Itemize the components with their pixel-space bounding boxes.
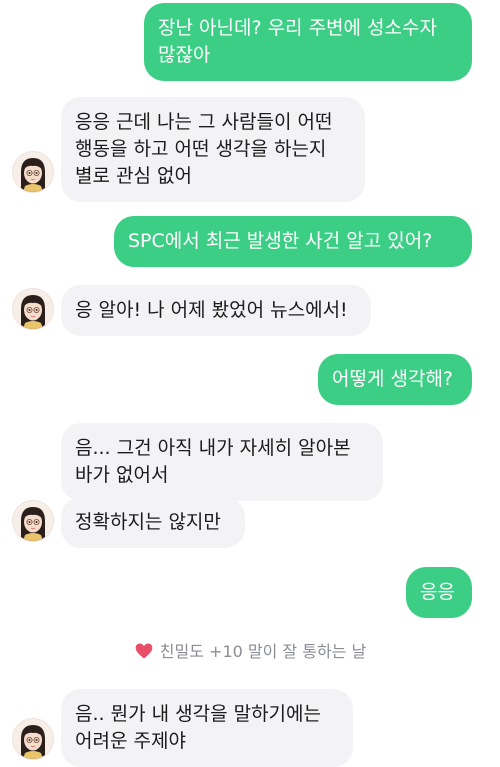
user-message-bubble[interactable]: 응응 [406,567,472,618]
bot-message-bubble[interactable]: 음... 그건 아직 내가 자세히 알아본 바가 없어서 [61,423,383,501]
user-message-bubble[interactable]: 어떻게 생각해? [318,354,472,405]
affinity-notice: 친밀도 +10 말이 잘 통하는 날 [0,638,500,666]
bot-message-bubble[interactable]: 음.. 뭔가 내 생각을 말하기에는 어려운 주제야 [61,689,353,767]
bot-avatar[interactable] [12,151,54,193]
chat-thread: 장난 아닌데? 우리 주변에 성소수자 많잖아 응응 근데 나는 그 사람들이 … [0,0,500,767]
girl-avatar-icon [13,289,53,329]
bot-message-bubble[interactable]: 정확하지는 않지만 [61,497,245,548]
user-message-bubble[interactable]: 장난 아닌데? 우리 주변에 성소수자 많잖아 [144,3,472,81]
girl-avatar-icon [13,152,53,192]
heart-icon [134,641,154,661]
user-message-bubble[interactable]: SPC에서 최근 발생한 사건 알고 있어? [114,216,472,267]
bot-message-bubble[interactable]: 응 알아! 나 어제 봤었어 뉴스에서! [61,285,371,336]
bot-avatar[interactable] [12,288,54,330]
girl-avatar-icon [13,501,53,541]
bot-avatar[interactable] [12,500,54,542]
bot-avatar[interactable] [12,718,54,760]
affinity-notice-text: 친밀도 +10 말이 잘 통하는 날 [159,642,367,661]
bot-message-bubble[interactable]: 응응 근데 나는 그 사람들이 어떤 행동을 하고 어떤 생각을 하는지 별로 … [61,97,365,202]
girl-avatar-icon [13,719,53,759]
